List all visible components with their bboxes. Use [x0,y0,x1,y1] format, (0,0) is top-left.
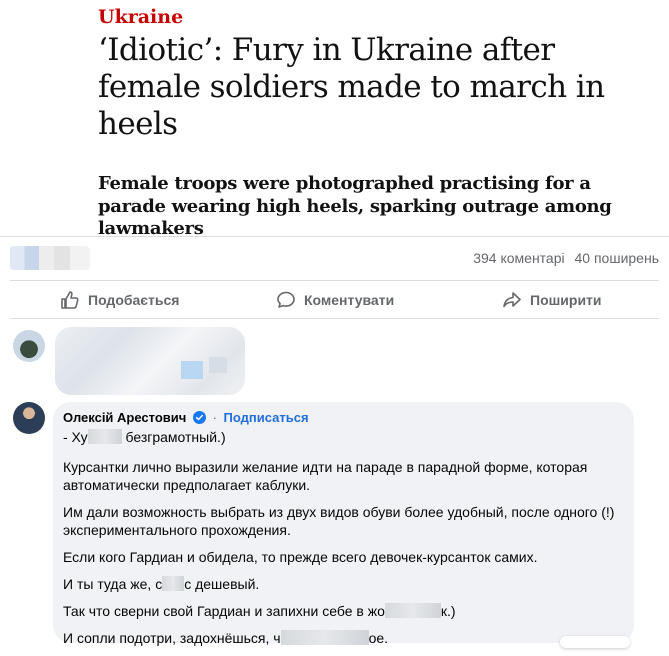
article-kicker: Ukraine [98,6,184,28]
separator-dot: · [212,410,217,425]
redacted-text [162,576,185,591]
comment-header: Олексій Арестович · Подписаться [63,410,309,425]
post-stats: 394 коментарі 40 поширень [467,250,659,266]
like-label: Подобається [88,292,180,308]
comment-paragraph: Курсантки лично выразили желание идти на… [63,459,588,493]
text-span: ое. [368,630,389,646]
divider [10,318,659,319]
commenter-avatar[interactable] [13,330,45,362]
text-span: с дешевый. [184,576,260,592]
comment-author[interactable]: Олексій Арестович [63,410,186,425]
comment-text: - Ху безграмотный.) Курсантки лично выра… [63,428,628,656]
text-span: - Ху [63,429,88,445]
divider [10,280,659,281]
like-button[interactable]: Подобається [60,283,179,317]
reactions-summary-blurred[interactable] [10,246,90,270]
comment-paragraph: Им дали возможность выбрать из двух видо… [63,504,615,538]
text-span: И ты туда же, с [63,576,163,592]
comment-button[interactable]: Коментувати [276,283,394,317]
comment-label: Коментувати [304,292,395,308]
verified-badge-icon [192,411,206,424]
share-button[interactable]: Поширити [502,283,602,317]
blurred-comment [55,327,245,395]
comments-count[interactable]: 394 коментарі [473,250,564,266]
article-preview[interactable]: Ukraine ‘Idiotic’: Fury in Ukraine after… [0,0,669,236]
divider [0,236,669,237]
article-standfirst: Female troops were photographed practisi… [98,173,612,236]
article-headline[interactable]: ‘Idiotic’: Fury in Ukraine after female … [98,32,638,143]
comment-line: И ты туда же, с с дешевый. [63,575,628,593]
comment-line: И сопли подотри, задохнёшься, ч ое. [63,629,628,647]
text-span: Так что сверни свой Гардиан и запихни се… [63,603,385,619]
comment-line: - Ху безграмотный.) [63,428,628,446]
share-label: Поширити [530,292,602,308]
commenter-avatar[interactable] [13,402,45,434]
text-span: безграмотный.) [121,429,226,445]
speech-bubble-icon [277,291,295,308]
redacted-text [87,429,122,444]
comment-line: Так что сверни свой Гардиан и запихни се… [63,602,628,620]
redacted-text [384,603,441,618]
comment-reactions[interactable] [560,636,630,648]
shares-count[interactable]: 40 поширень [575,250,659,266]
article-text[interactable]: Ukraine ‘Idiotic’: Fury in Ukraine after… [98,0,638,236]
comment-bubble: Олексій Арестович · Подписаться - Ху без… [53,402,634,646]
comment-paragraph: Если кого Гардиан и обидела, то прежде в… [63,549,538,565]
text-span: И сопли подотри, задохнёшься, ч [63,630,281,646]
follow-button[interactable]: Подписаться [224,410,309,425]
share-arrow-icon [503,292,521,308]
text-span: к.) [440,603,456,619]
post-actions: Подобається Коментувати Поширити [0,283,669,317]
thumbs-up-icon [61,291,79,309]
